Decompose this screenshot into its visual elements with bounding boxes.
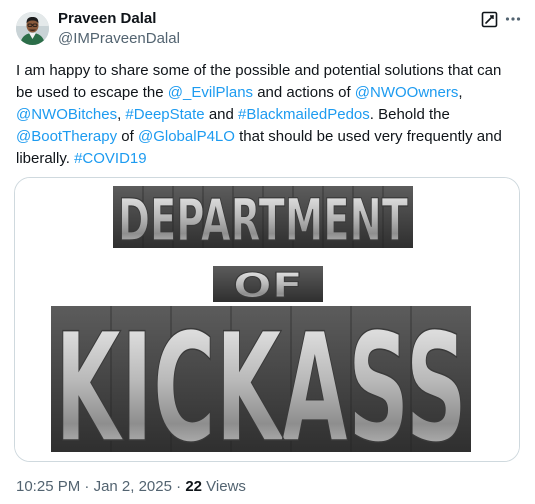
hashtag-link[interactable]: #BlackmailedPedos [238, 106, 370, 123]
tweet-text: I am happy to share some of the possible… [16, 60, 522, 170]
views-count: 22 [185, 478, 202, 495]
grok-button[interactable] [480, 10, 498, 28]
department-of-kickass-image: DEPARTMENT OF KICKASS [15, 178, 519, 461]
tweet: Praveen Dalal @IMPraveenDalal I am happy… [0, 0, 535, 504]
views-label: Views [202, 478, 246, 495]
meta-separator: · [80, 478, 94, 495]
mention-link[interactable]: @BootTherapy [16, 128, 117, 145]
hashtag-link[interactable]: #DeepState [125, 106, 204, 123]
image-line-of: OF [233, 266, 303, 306]
tweet-text-segment: and actions of [253, 84, 355, 101]
more-icon [505, 17, 521, 21]
author-handle[interactable]: @IMPraveenDalal [58, 30, 180, 47]
mention-link[interactable]: @_EvilPlans [168, 84, 253, 101]
meta-separator: · [171, 478, 186, 495]
more-options-button[interactable] [503, 9, 523, 29]
tweet-text-segment: and [204, 106, 239, 123]
tweet-text-segment: , [458, 84, 463, 101]
tweet-text-segment: . Behold the [369, 106, 450, 123]
tweet-meta: 10:25 PM · Jan 2, 2025 · 22 Views [16, 478, 246, 495]
avatar-image [16, 12, 49, 45]
author-name[interactable]: Praveen Dalal [58, 10, 156, 27]
image-line-department: DEPARTMENT [118, 186, 408, 254]
tweet-text-segment: of [117, 128, 138, 145]
mention-link[interactable]: @NWOOwners [355, 84, 459, 101]
mention-link[interactable]: @GlobalP4LO [138, 128, 235, 145]
mention-link[interactable]: @NWOBitches [16, 106, 117, 123]
hashtag-link[interactable]: #COVID19 [74, 150, 147, 167]
image-line-kickass: KICKASS [55, 302, 467, 461]
media-image[interactable]: DEPARTMENT OF KICKASS [14, 177, 520, 462]
tweet-time[interactable]: 10:25 PM [16, 478, 80, 495]
avatar[interactable] [16, 12, 49, 45]
tweet-date[interactable]: Jan 2, 2025 [94, 478, 172, 495]
grok-icon [481, 11, 497, 27]
